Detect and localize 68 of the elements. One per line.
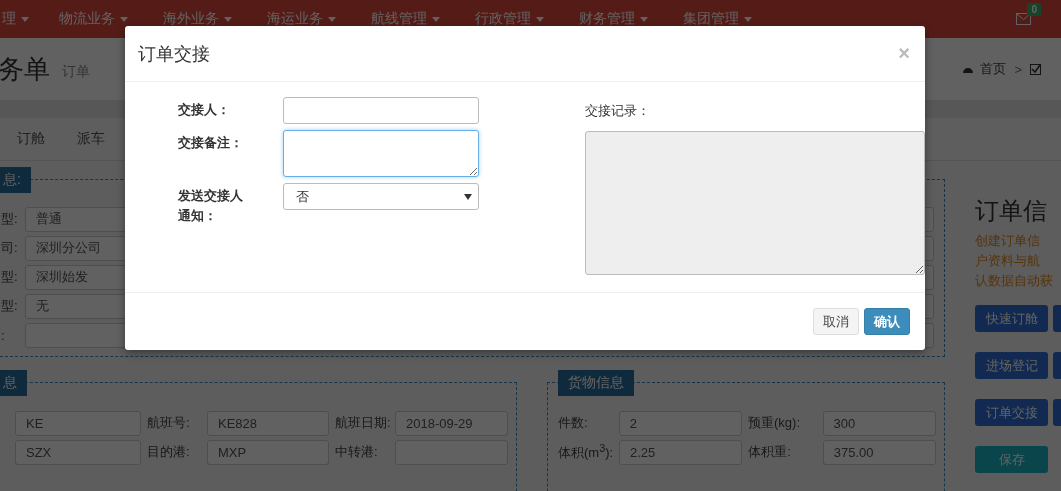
notification-badge: 0 xyxy=(1027,3,1041,16)
action-button[interactable]: 快速订舱 xyxy=(975,305,1048,332)
nav-menu-item[interactable]: 海外业务 xyxy=(163,10,232,28)
envelope-icon[interactable] xyxy=(1016,13,1031,25)
form-field[interactable]: KE xyxy=(15,410,141,436)
field-label: 型: xyxy=(1,297,19,315)
form-field[interactable]: 2 xyxy=(618,410,742,436)
nav-menu-item[interactable]: 行政管理 xyxy=(475,10,544,28)
caret-icon xyxy=(328,16,336,22)
field-label: 航班号: xyxy=(147,414,191,432)
info-note: 创建订单信 xyxy=(975,232,1041,250)
nav-menu-item[interactable]: 集团管理 xyxy=(683,10,752,28)
action-button[interactable]: 保存 xyxy=(975,446,1048,473)
field-label: 体积(m$^{3}$): xyxy=(558,441,613,463)
field-label: 体积重: xyxy=(748,443,792,461)
caret-icon xyxy=(120,16,128,22)
select-field[interactable]: 否 xyxy=(283,183,479,210)
nav-menu-item[interactable]: 物流业务 xyxy=(59,10,128,28)
form-field[interactable]: 2.25 xyxy=(619,439,743,465)
textarea-field[interactable] xyxy=(283,130,479,177)
field-label: 中转港: xyxy=(335,443,379,461)
info-note: 户资料与航 xyxy=(975,252,1041,270)
field-label: 航班日期: xyxy=(335,414,389,432)
field-label: 司: xyxy=(1,239,19,257)
caret-icon xyxy=(536,16,544,22)
caret-icon xyxy=(432,16,440,22)
text-input[interactable] xyxy=(283,97,479,124)
nav-menu-item[interactable]: 航线管理 xyxy=(371,10,440,28)
field-label: 预重(kg): xyxy=(748,414,801,432)
checkbox-icon xyxy=(1030,63,1041,75)
breadcrumb-link[interactable]: 首页 xyxy=(980,60,1007,78)
section-legend: 货物信息 xyxy=(558,370,634,396)
section-legend: 息 xyxy=(0,370,27,396)
field-label: 交接记录： xyxy=(585,102,651,120)
breadcrumb-separator: > xyxy=(1014,61,1022,77)
caret-icon xyxy=(744,16,752,22)
action-button[interactable]: 进场登记 xyxy=(975,352,1048,379)
field-label: 目的港: xyxy=(147,443,191,461)
dialog-button[interactable]: 取消 xyxy=(813,308,859,335)
field-label: 型: xyxy=(1,268,19,286)
modal-title: 订单交接 xyxy=(138,42,210,66)
info-note: 认数据自动获 xyxy=(975,272,1054,290)
form-field[interactable]: 375.00 xyxy=(822,439,936,465)
caret-icon xyxy=(224,16,232,22)
field-label: : xyxy=(1,327,6,343)
field-label: 型: xyxy=(1,210,19,228)
dialog-button[interactable]: 确认 xyxy=(864,308,910,335)
field-label: 交接人： xyxy=(178,101,231,119)
caret-icon xyxy=(21,16,29,22)
form-field[interactable]: SZX xyxy=(15,439,141,465)
form-field[interactable]: 300 xyxy=(822,410,936,436)
page-tab[interactable]: 派车 xyxy=(77,130,105,148)
nav-menu-item[interactable]: 海运业务 xyxy=(267,10,336,28)
form-field[interactable]: 2018-09-29 xyxy=(395,410,508,436)
dropdown-caret-icon xyxy=(464,193,472,200)
nav-menu-item[interactable]: 财务管理 xyxy=(579,10,648,28)
section-legend: 息: xyxy=(0,167,31,193)
action-button[interactable]: 订单交接 xyxy=(975,399,1048,426)
side-title: 订单信 xyxy=(975,196,1048,226)
field-label: 交接备注： xyxy=(178,134,244,152)
form-field[interactable]: KE828 xyxy=(207,410,329,436)
field-label: 发送交接人通知： xyxy=(178,187,244,225)
page-tab[interactable]: 订舱 xyxy=(17,130,45,148)
form-field[interactable]: MXP xyxy=(207,439,329,465)
nav-menu-item[interactable]: 理 xyxy=(2,10,29,28)
close-button[interactable]: × xyxy=(898,42,910,65)
caret-icon xyxy=(640,16,648,22)
field-label: 件数: xyxy=(558,414,589,432)
